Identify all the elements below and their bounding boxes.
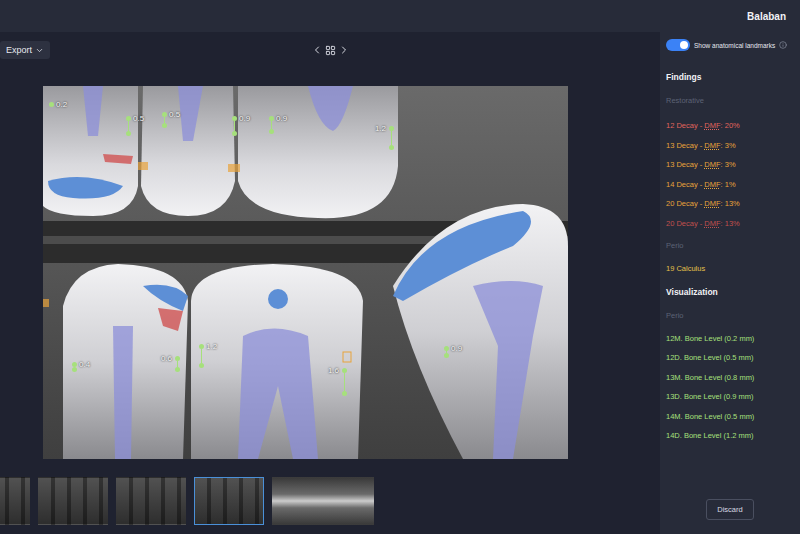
image-nav (311, 44, 350, 56)
measurement-label: 0.5 (133, 114, 144, 123)
pin-line (234, 121, 235, 131)
finding-item[interactable]: 12 Decay - DMF: 20% (666, 116, 794, 136)
findings-list: 12 Decay - DMF: 20%13 Decay - DMF: 3%13 … (666, 116, 794, 233)
pin-line (391, 131, 392, 145)
info-icon[interactable] (779, 41, 787, 49)
visualization-title: Visualization (666, 287, 794, 298)
visualization-item[interactable]: 12D. Bone Level (0.5 mm) (666, 348, 794, 368)
landmarks-toggle[interactable] (666, 39, 690, 51)
visualization-item[interactable]: 13D. Bone Level (0.9 mm) (666, 387, 794, 407)
thumbnail[interactable] (272, 477, 374, 525)
discard-button[interactable]: Discard (706, 499, 753, 520)
finding-item[interactable]: 19 Calculus (666, 259, 794, 279)
pin-dot (199, 363, 204, 368)
group-title: Perio (666, 311, 794, 321)
pin-dot (126, 131, 131, 136)
dmf-abbr[interactable]: DMF (704, 141, 720, 150)
viewer: Export0.20.50.50.90.91.20.40.61.21.60.9 (0, 32, 660, 534)
image-stage: 0.20.50.50.90.91.20.40.61.21.60.9 (43, 86, 568, 459)
thumbnail[interactable] (194, 477, 264, 525)
measurement-pin[interactable]: 0.9 (443, 346, 449, 358)
measurement-label: 0.2 (56, 100, 67, 109)
measurement-pin[interactable]: 0.5 (125, 116, 131, 136)
group-title: Perio (666, 241, 794, 251)
pin-dot (232, 131, 237, 136)
grid-icon (325, 45, 336, 56)
finding-item[interactable]: 20 Decay - DMF: 13% (666, 194, 794, 214)
stage-area: 0.20.50.50.90.91.20.40.61.21.60.9 (0, 64, 660, 468)
top-bar: Balaban (0, 0, 800, 32)
pin-dot (175, 367, 180, 372)
visualization-item[interactable]: 14M. Bone Level (0.5 mm) (666, 407, 794, 427)
export-button[interactable]: Export (0, 41, 50, 59)
pin-dot (72, 367, 77, 372)
visualization-item[interactable]: 13M. Bone Level (0.8 mm) (666, 368, 794, 388)
measurement-pin[interactable]: 0.2 (48, 102, 54, 108)
pin-line (344, 373, 345, 391)
pin-line (201, 349, 202, 363)
findings-list: 19 Calculus (666, 259, 794, 279)
thumbnail-strip (0, 468, 660, 534)
finding-item[interactable]: 14 Decay - DMF: 1% (666, 175, 794, 195)
previous-button[interactable] (311, 44, 323, 56)
side-panel: Show anatomical landmarks Findings Restora… (660, 32, 800, 534)
user-name[interactable]: Balaban (747, 11, 786, 22)
thumbnail[interactable] (116, 477, 186, 525)
next-button[interactable] (338, 44, 350, 56)
dmf-abbr[interactable]: DMF (704, 180, 720, 189)
toolbar: Export (0, 36, 660, 64)
dmf-abbr[interactable]: DMF (704, 160, 720, 169)
chevron-down-icon (35, 46, 44, 55)
pin-dot (269, 129, 274, 134)
pin-dot (162, 123, 167, 128)
thumbnail[interactable] (0, 477, 30, 525)
visualization-item[interactable]: 14D. Bone Level (1.2 mm) (666, 426, 794, 446)
measurement-label: 1.2 (206, 342, 217, 351)
dmf-abbr[interactable]: DMF (704, 121, 720, 130)
measurement-label: 0.9 (451, 344, 462, 353)
pin-dot (342, 391, 347, 396)
finding-item[interactable]: 13 Decay - DMF: 3% (666, 136, 794, 156)
toggle-label: Show anatomical landmarks (694, 42, 775, 49)
measurement-label: 0.4 (79, 360, 90, 369)
pin-dot (389, 145, 394, 150)
measurement-label: 0.6 (161, 354, 172, 363)
pin-line (128, 121, 129, 131)
dmf-abbr[interactable]: DMF (704, 199, 720, 208)
measurement-label: 0.9 (276, 114, 287, 123)
group-title: Restorative (666, 96, 794, 106)
body: Export0.20.50.50.90.91.20.40.61.21.60.9S… (0, 32, 800, 534)
measurement-label: 1.6 (328, 366, 339, 375)
measurement-label: 0.9 (239, 114, 250, 123)
measurement-pin[interactable]: 0.5 (161, 112, 167, 128)
chevron-right-icon (338, 44, 350, 56)
dmf-abbr[interactable]: DMF (704, 219, 720, 228)
pin-dot (444, 353, 449, 358)
measurement-pin[interactable]: 1.2 (388, 126, 394, 150)
grid-button[interactable] (325, 45, 336, 56)
measurement-pin[interactable]: 1.6 (341, 368, 347, 396)
finding-item[interactable]: 13 Decay - DMF: 3% (666, 155, 794, 175)
measurement-pin[interactable]: 0.9 (231, 116, 237, 136)
measurement-pin[interactable]: 0.6 (174, 356, 180, 372)
toggle-knob (680, 41, 688, 49)
radiograph-image (43, 86, 568, 459)
measurement-label: 1.2 (375, 124, 386, 133)
findings-title: Findings (666, 72, 794, 83)
thumbnail[interactable] (38, 477, 108, 525)
visualization-item[interactable]: 12M. Bone Level (0.2 mm) (666, 329, 794, 349)
measurement-pin[interactable]: 1.2 (198, 344, 204, 368)
measurement-label: 0.5 (169, 110, 180, 119)
pin-line (271, 121, 272, 129)
visualization-list: 12M. Bone Level (0.2 mm)12D. Bone Level … (666, 329, 794, 446)
chevron-left-icon (311, 44, 323, 56)
finding-item[interactable]: 20 Decay - DMF: 13% (666, 214, 794, 234)
app: BalabanExport0.20.50.50.90.91.20.40.61.2… (0, 0, 800, 534)
pin-dot (49, 102, 54, 107)
discard-row: Discard (666, 446, 794, 534)
measurement-pin[interactable]: 0.4 (71, 362, 77, 372)
landmarks-toggle-row: Show anatomical landmarks (666, 38, 794, 52)
measurement-pin[interactable]: 0.9 (268, 116, 274, 134)
